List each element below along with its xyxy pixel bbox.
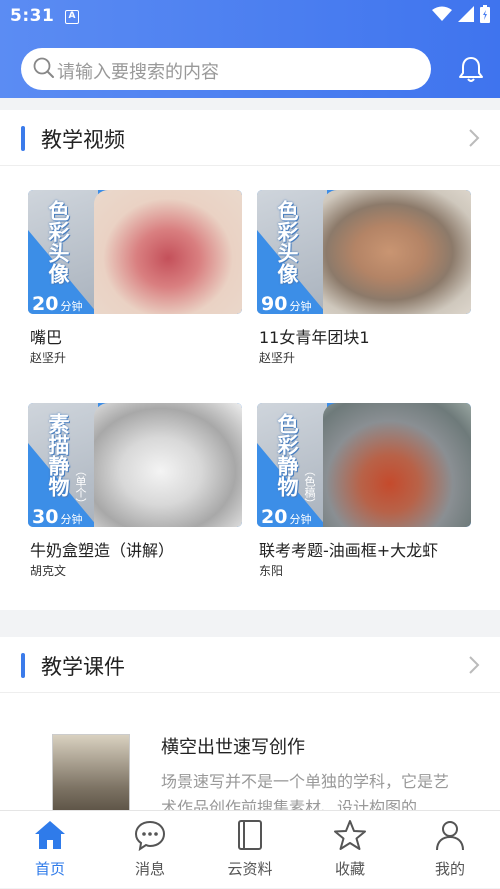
section-accent-bar (21, 653, 25, 678)
video-duration: 90 分钟 (261, 293, 312, 314)
signal-icon (458, 6, 474, 22)
video-category: 色彩头像 (46, 200, 70, 284)
book-icon (238, 820, 262, 850)
video-title: 嘴巴 (30, 328, 63, 347)
tab-profile[interactable]: 我的 (400, 811, 500, 889)
video-subcategory: （单个） (74, 465, 87, 509)
section-title: 教学课件 (41, 655, 125, 679)
tab-home[interactable]: 首页 (0, 811, 100, 889)
video-duration: 20 分钟 (32, 293, 83, 314)
video-thumbnail[interactable]: 素描静物 （单个） 30 分钟 (28, 403, 242, 527)
video-subcategory: （色稿） (303, 465, 316, 509)
status-icons (432, 5, 490, 23)
video-card[interactable]: 色彩头像 20 分钟 嘴巴 赵坚升 (28, 190, 242, 365)
notification-a-icon: A (65, 10, 79, 24)
video-title: 牛奶盒塑造（讲解） (30, 541, 175, 560)
video-thumbnail[interactable]: 色彩头像 90 分钟 (257, 190, 471, 314)
video-author: 赵坚升 (259, 351, 296, 365)
video-title: 11女青年团块1 (259, 328, 370, 347)
painting-lips-image (94, 190, 242, 314)
battery-icon (480, 5, 490, 23)
chevron-right-icon[interactable] (468, 128, 480, 148)
section-accent-bar (21, 126, 25, 151)
status-time: 5:31 (10, 6, 55, 26)
header: 5:31 A 请输入要搜索的内容 (0, 0, 500, 98)
video-section: 教学视频 色彩头像 20 分钟 嘴巴 赵坚升 色彩头像 90 分钟 11女青年团块1… (0, 110, 500, 610)
painting-portrait-image (323, 190, 471, 314)
chevron-right-icon[interactable] (468, 655, 480, 675)
video-category: 色彩静物 (275, 413, 299, 497)
section-title: 教学视频 (41, 128, 125, 152)
tab-messages[interactable]: 消息 (100, 811, 200, 889)
search-input[interactable]: 请输入要搜索的内容 (21, 48, 431, 90)
message-icon (134, 820, 166, 851)
video-author: 胡克文 (30, 564, 67, 578)
bell-icon[interactable] (458, 55, 484, 83)
video-author: 东阳 (259, 564, 284, 578)
video-card[interactable]: 色彩头像 90 分钟 11女青年团块1 赵坚升 (257, 190, 471, 365)
video-author: 赵坚升 (30, 351, 67, 365)
video-duration: 30 分钟 (32, 506, 83, 527)
video-section-header[interactable]: 教学视频 (0, 110, 500, 166)
wifi-icon (432, 6, 452, 21)
video-category: 色彩头像 (275, 200, 299, 284)
bottom-tab-bar: 首页 消息 云资料 收藏 我的 (0, 810, 500, 888)
course-section: 教学课件 横空出世速写创作 场景速写并不是一个单独的学科，它是艺术作品创作前搜集… (0, 637, 500, 824)
course-title: 横空出世速写创作 (161, 737, 305, 758)
tab-favorites[interactable]: 收藏 (300, 811, 400, 889)
video-card[interactable]: 色彩静物 （色稿） 20 分钟 联考考题-油画框+大龙虾 东阳 (257, 403, 471, 578)
painting-lobster-image (323, 403, 471, 527)
video-category: 素描静物 (46, 413, 70, 497)
course-list-item[interactable]: 横空出世速写创作 场景速写并不是一个单独的学科，它是艺术作品创作前搜集素材、设计… (0, 707, 500, 824)
tab-label: 收藏 (334, 860, 365, 878)
star-icon (334, 820, 366, 850)
sketch-milk-box-image (94, 403, 242, 527)
tab-label: 我的 (434, 860, 465, 878)
tab-label: 消息 (134, 860, 165, 878)
video-thumbnail[interactable]: 色彩头像 20 分钟 (28, 190, 242, 314)
tab-label: 云资料 (227, 860, 273, 878)
tab-cloud-files[interactable]: 云资料 (200, 811, 300, 889)
tab-label: 首页 (34, 860, 65, 878)
search-icon (33, 57, 54, 78)
video-title: 联考考题-油画框+大龙虾 (259, 541, 439, 560)
profile-icon (436, 821, 464, 851)
course-section-header[interactable]: 教学课件 (0, 637, 500, 693)
status-bar: 5:31 A (0, 0, 500, 34)
home-icon (35, 821, 65, 849)
video-thumbnail[interactable]: 色彩静物 （色稿） 20 分钟 (257, 403, 471, 527)
video-card[interactable]: 素描静物 （单个） 30 分钟 牛奶盒塑造（讲解） 胡克文 (28, 403, 242, 578)
search-placeholder: 请输入要搜索的内容 (57, 62, 219, 83)
video-duration: 20 分钟 (261, 506, 312, 527)
